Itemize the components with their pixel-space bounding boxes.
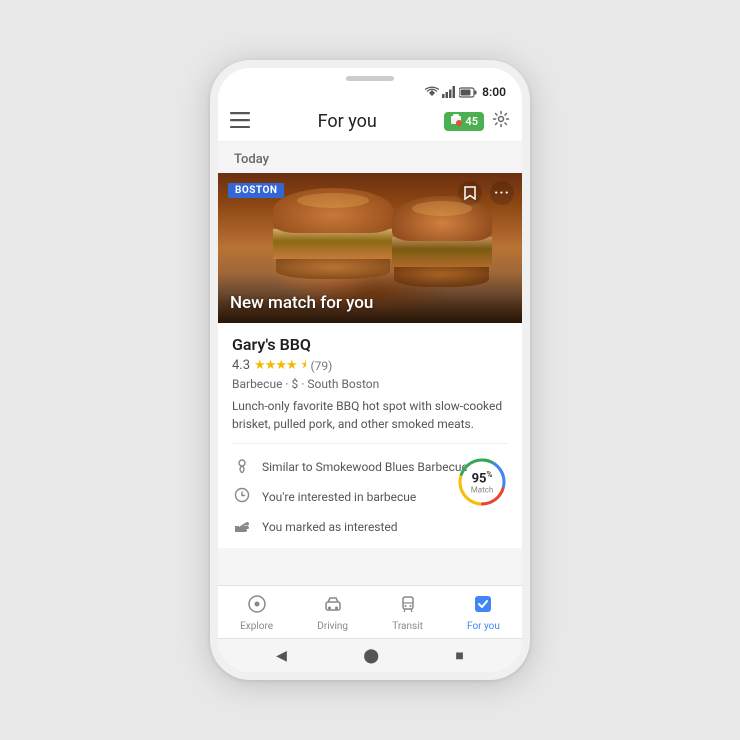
nav-for-you[interactable]: For you: [457, 592, 510, 634]
review-count: (79): [311, 359, 333, 373]
match-text: 95% Match: [471, 470, 494, 495]
nav-explore-label: Explore: [240, 621, 273, 632]
reason-row-3: You marked as interested: [232, 512, 508, 542]
notch-pill: [346, 76, 394, 81]
nav-driving-label: Driving: [317, 621, 348, 632]
card-overlay: New match for you: [218, 273, 522, 323]
more-options-button[interactable]: ···: [490, 181, 514, 205]
status-bar: 8:00: [218, 83, 522, 101]
bun-top-left: [273, 188, 393, 233]
rating-number: 4.3: [232, 358, 250, 373]
bookmark-button[interactable]: [458, 181, 482, 205]
wifi-icon: [425, 86, 439, 98]
location-tag: BOSTON: [228, 183, 284, 198]
signal-icon: [442, 86, 456, 98]
settings-button[interactable]: [492, 110, 510, 133]
nav-transit[interactable]: Transit: [382, 592, 433, 634]
app-bar: For you 45: [218, 101, 522, 142]
match-percent: 95%: [472, 472, 493, 487]
for-you-icon: [473, 594, 493, 619]
nav-explore[interactable]: Explore: [230, 592, 283, 634]
app-title: For you: [258, 111, 436, 132]
feed-scroll-area[interactable]: Today BOSTON: [218, 142, 522, 585]
rating-row: 4.3 ★★★★ ⯨ (79): [232, 356, 508, 375]
reason-text-2: You're interested in barbecue: [262, 490, 416, 504]
explore-icon: [247, 594, 267, 619]
notification-badge[interactable]: 45: [444, 112, 484, 131]
phone-shell: 8:00 For you 45: [210, 60, 530, 680]
menu-button[interactable]: [230, 109, 250, 133]
half-star: ⯨: [301, 356, 307, 375]
battery-icon: [459, 87, 477, 98]
nav-for-you-label: For you: [467, 621, 500, 632]
app-bar-actions: 45: [444, 110, 510, 133]
android-recents[interactable]: ■: [455, 647, 463, 664]
reason-icon-1: [232, 457, 252, 477]
android-home[interactable]: ⬤: [363, 648, 379, 664]
restaurant-name: Gary's BBQ: [232, 335, 508, 354]
reason-icon-2: [232, 487, 252, 507]
driving-icon: [323, 594, 343, 619]
restaurant-meta: Barbecue · $ · South Boston: [232, 377, 508, 391]
match-label: Match: [471, 487, 494, 495]
match-percent-value: 95: [472, 472, 487, 487]
nav-transit-label: Transit: [392, 621, 423, 632]
nav-driving[interactable]: Driving: [307, 592, 358, 634]
status-time: 8:00: [482, 85, 506, 99]
match-circle: 95% Match: [456, 456, 508, 508]
card-body: Gary's BBQ 4.3 ★★★★ ⯨ (79) Barbecue · $ …: [218, 323, 522, 433]
card-action-icons: ···: [458, 181, 514, 205]
android-nav: ◀ ⬤ ■: [218, 638, 522, 672]
card-headline: New match for you: [230, 293, 510, 313]
notification-count: 45: [465, 115, 478, 128]
bun-filling-right: [392, 237, 492, 267]
restaurant-card: BOSTON ··· New match for you: [218, 173, 522, 548]
match-ring-wrap: 95% Match: [456, 456, 508, 508]
transit-icon: [398, 594, 418, 619]
android-back[interactable]: ◀: [276, 648, 287, 664]
bottom-nav: Explore Driving: [218, 585, 522, 638]
phone-notch: [218, 68, 522, 83]
stars: ★★★★: [254, 358, 297, 373]
status-icons: [425, 86, 477, 98]
bun-filling-left: [273, 229, 393, 259]
reason-text-3: You marked as interested: [262, 520, 398, 534]
reasons-section: Similar to Smokewood Blues Barbecue You'…: [218, 444, 522, 548]
reason-icon-3: [232, 517, 252, 537]
reason-text-1: Similar to Smokewood Blues Barbecue: [262, 460, 468, 474]
percent-symbol: %: [486, 470, 492, 479]
restaurant-description: Lunch-only favorite BBQ hot spot with sl…: [232, 397, 508, 433]
notification-icon: [450, 114, 462, 129]
section-today: Today: [218, 142, 522, 173]
card-image: BOSTON ··· New match for you: [218, 173, 522, 323]
